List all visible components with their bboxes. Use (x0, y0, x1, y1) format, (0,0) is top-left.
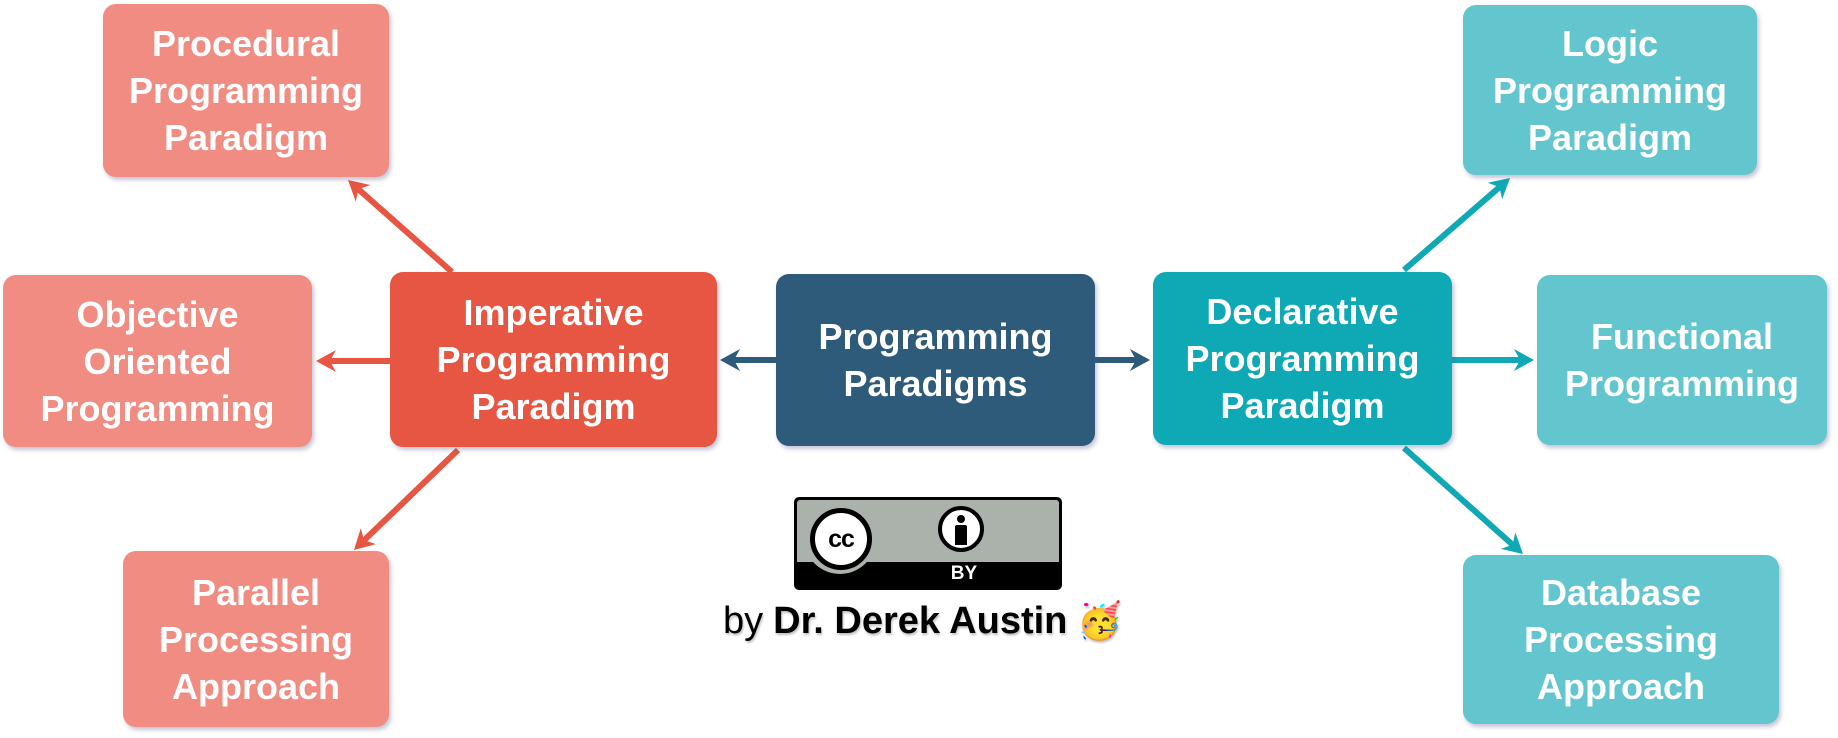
node-label: Functional Programming (1564, 316, 1800, 404)
arrow-head-icon (316, 350, 336, 372)
party-face-icon: 🥳 (1077, 600, 1123, 641)
node-imperative-paradigm: Imperative Programming Paradigm (390, 272, 717, 447)
person-body (955, 525, 967, 545)
diagram-canvas: Programming Paradigms Imperative Program… (0, 0, 1838, 738)
arrow-head-icon (1130, 349, 1150, 371)
edge-imperative-to-parallel (354, 447, 461, 550)
arrow-shaft (356, 187, 454, 275)
arrow-shaft (1402, 184, 1502, 273)
node-logic-paradigm: Logic Programming Paradigm (1463, 5, 1757, 175)
node-label: Imperative Programming Paradigm (436, 292, 671, 427)
node-object-oriented: Objective Oriented Programming (3, 275, 312, 447)
node-declarative-paradigm: Declarative Programming Paradigm (1153, 272, 1452, 445)
node-functional-programming: Functional Programming (1537, 275, 1827, 445)
cc-text: cc (810, 508, 872, 570)
edge-imperative-to-oop (316, 350, 390, 372)
author-credit: by Dr. Derek Austin 🥳 (723, 596, 1122, 646)
edge-declarative-to-functional (1452, 349, 1534, 371)
node-label: Procedural Programming Paradigm (128, 23, 364, 158)
node-procedural-paradigm: Procedural Programming Paradigm (103, 4, 389, 177)
edge-declarative-to-logic (1402, 178, 1510, 273)
node-programming-paradigms: Programming Paradigms (776, 274, 1095, 446)
node-label: Objective Oriented Programming (40, 293, 275, 429)
edge-root-to-imperative (720, 349, 776, 371)
edge-root-to-declarative (1095, 349, 1150, 371)
arrow-head-icon (720, 349, 740, 371)
arrow-head-icon (1500, 532, 1523, 554)
node-label: Database Processing Approach (1523, 572, 1719, 707)
arrow-head-icon (1487, 178, 1510, 200)
node-label: Logic Programming Paradigm (1492, 22, 1728, 158)
credit-prefix: by (723, 599, 764, 642)
edge-declarative-to-database (1402, 445, 1523, 554)
arrow-head-icon (348, 180, 371, 202)
node-label: Declarative Programming Paradigm (1185, 291, 1420, 426)
node-database-processing: Database Processing Approach (1463, 555, 1779, 724)
arrow-shaft (1402, 445, 1515, 547)
edge-imperative-to-procedural (348, 180, 454, 275)
cc-by-license-badge[interactable]: cc BY (794, 497, 1062, 590)
node-parallel-processing: Parallel Processing Approach (123, 551, 389, 727)
node-label: Programming Paradigms (818, 316, 1053, 404)
arrow-head-icon (1514, 349, 1534, 371)
by-label: BY (950, 563, 978, 584)
node-label: Parallel Processing Approach (158, 571, 354, 707)
author-name: Dr. Derek Austin (773, 599, 1068, 642)
attribution-person-icon (938, 506, 984, 552)
arrow-shaft (362, 447, 461, 543)
creative-commons-icon: cc (804, 502, 876, 574)
arrow-head-icon (354, 528, 377, 550)
person-head (957, 515, 965, 523)
